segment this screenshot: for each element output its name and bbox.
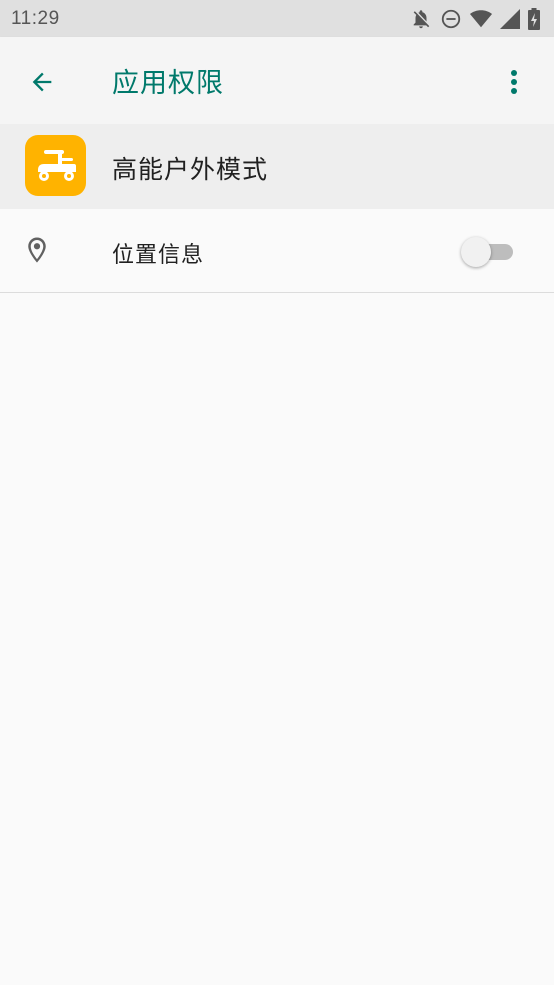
permission-label: 位置信息 xyxy=(112,243,205,268)
battery-charging-icon xyxy=(528,7,540,30)
more-vert-icon xyxy=(511,70,517,94)
app-header: 高能户外模式 xyxy=(0,124,554,209)
location-permission-toggle[interactable] xyxy=(461,235,515,267)
arrow-back-icon xyxy=(32,72,52,92)
app-icon xyxy=(25,135,86,196)
app-name: 高能户外模式 xyxy=(112,155,269,184)
permission-item-location[interactable]: 位置信息 xyxy=(0,209,554,293)
app-bar: 应用权限 xyxy=(0,37,554,124)
more-options-button[interactable] xyxy=(494,62,534,102)
status-icons xyxy=(410,7,540,30)
do-not-disturb-icon xyxy=(440,8,462,30)
back-button[interactable] xyxy=(22,62,62,102)
notifications-off-icon xyxy=(410,8,432,30)
signal-icon xyxy=(500,8,520,29)
toggle-thumb xyxy=(461,237,491,267)
page-title: 应用权限 xyxy=(112,68,224,99)
status-time: 11:29 xyxy=(11,7,60,29)
status-bar: 11:29 xyxy=(0,0,554,37)
wifi-icon xyxy=(470,9,492,29)
scooter-icon xyxy=(37,149,76,181)
location-pin-icon xyxy=(22,233,52,267)
